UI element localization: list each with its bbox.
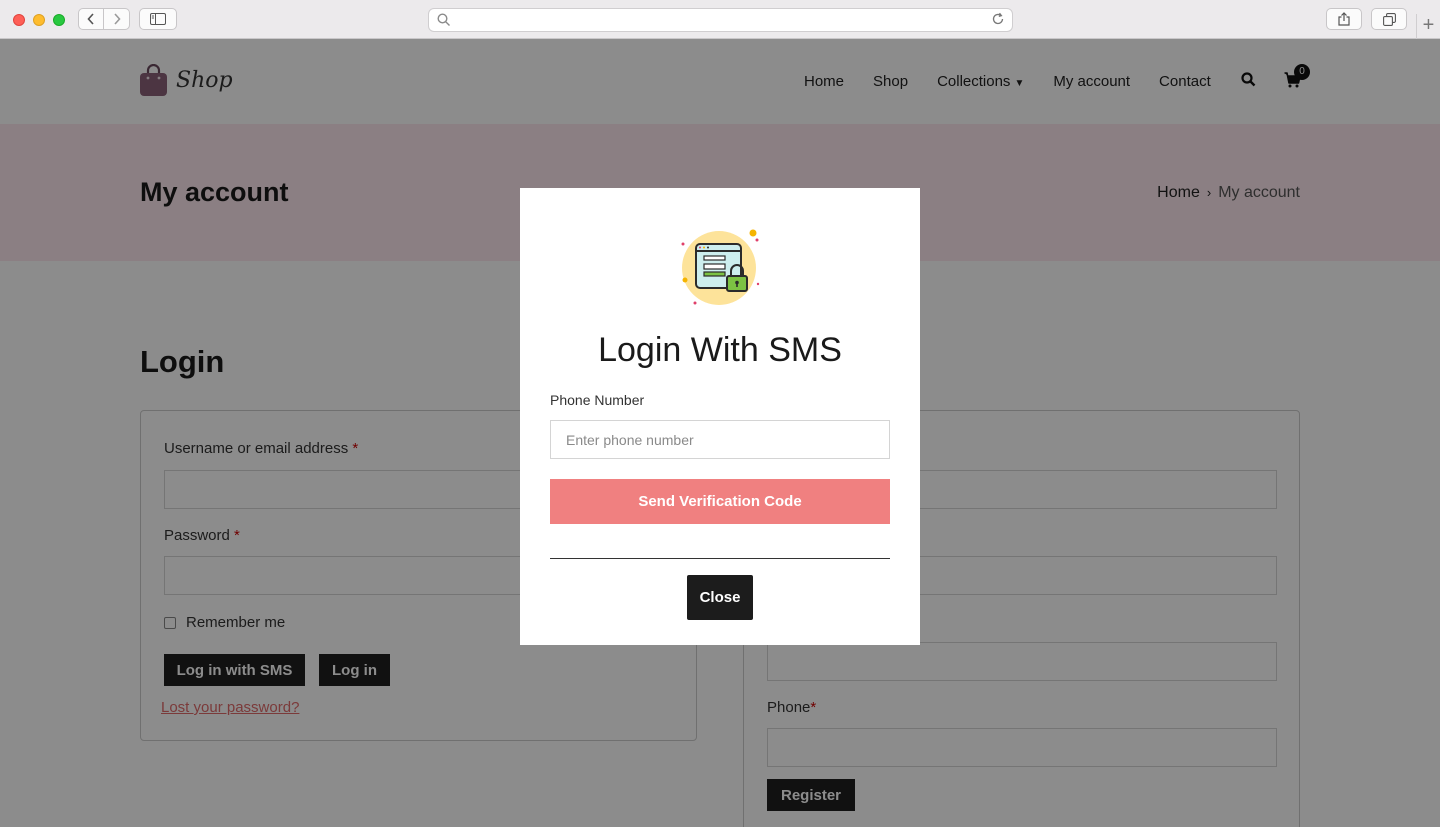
phone-number-label: Phone Number	[550, 392, 645, 408]
secure-login-illustration	[681, 229, 760, 305]
sms-login-modal: Login With SMS Phone Number Send Verific…	[520, 188, 920, 645]
share-icon	[1338, 12, 1350, 26]
chevron-left-icon	[87, 13, 94, 25]
share-button[interactable]	[1326, 8, 1362, 30]
window-controls	[13, 14, 65, 26]
browser-toolbar: +	[0, 0, 1440, 39]
minimize-window-button[interactable]	[33, 14, 45, 26]
modal-divider	[550, 558, 890, 559]
back-button[interactable]	[78, 8, 104, 30]
close-window-button[interactable]	[13, 14, 25, 26]
address-bar[interactable]	[428, 8, 1013, 32]
sidebar-icon	[150, 13, 166, 25]
send-verification-code-button[interactable]: Send Verification Code	[550, 479, 890, 524]
history-buttons	[78, 8, 130, 30]
search-icon	[437, 13, 450, 26]
zoom-window-button[interactable]	[53, 14, 65, 26]
reload-icon[interactable]	[991, 12, 1005, 26]
tab-overview-button[interactable]	[1371, 8, 1407, 30]
forward-button[interactable]	[104, 8, 130, 30]
sidebar-toggle-button[interactable]	[139, 8, 177, 30]
new-tab-button[interactable]: +	[1416, 14, 1440, 39]
modal-title: Login With SMS	[598, 331, 842, 369]
tabs-icon	[1382, 12, 1396, 26]
phone-number-input[interactable]	[550, 420, 890, 459]
chevron-right-icon	[113, 13, 121, 25]
close-modal-button[interactable]: Close	[687, 575, 753, 620]
